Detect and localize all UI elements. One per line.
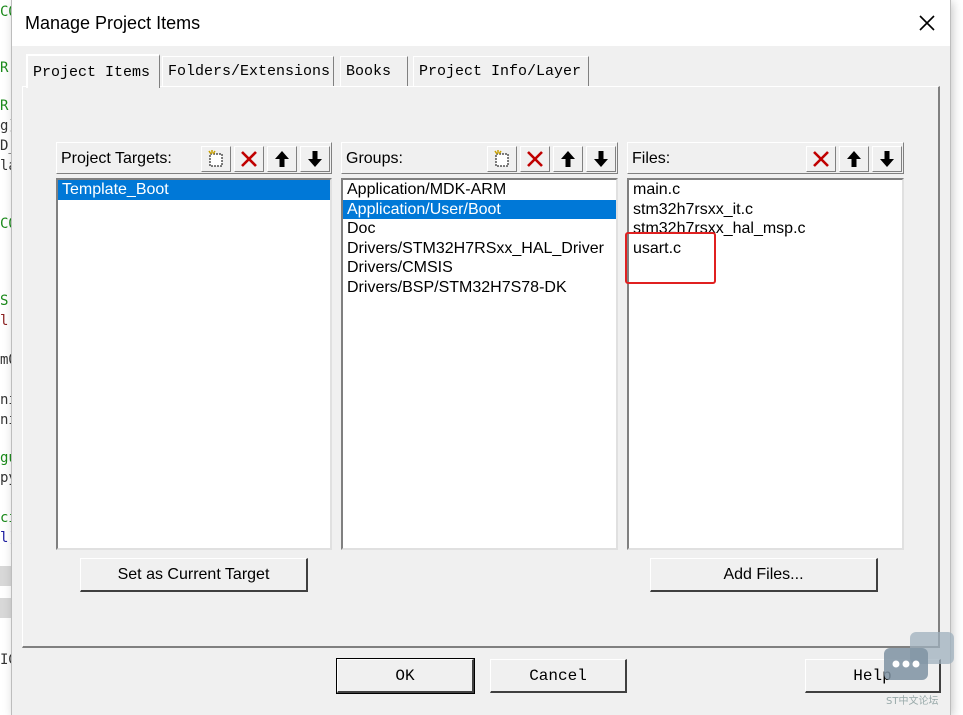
project-targets-label: Project Targets: [61,150,172,167]
list-item[interactable]: Template_Boot [58,180,330,200]
move-down-icon [308,151,322,167]
watermark-text: ST中文论坛 [886,696,939,707]
groups-label: Groups: [346,150,403,167]
tab-books[interactable]: Books [340,56,408,86]
files-label: Files: [632,150,671,167]
groups-section: Groups: Application/MDK-ARM Application/… [341,142,618,550]
button-label: Cancel [529,666,587,685]
list-item[interactable]: Application/MDK-ARM [343,180,616,200]
new-group-button[interactable] [487,146,517,172]
list-item[interactable]: Application/User/Boot [343,199,616,220]
title-bar: Manage Project Items [12,0,950,46]
move-target-down-button[interactable] [300,146,330,172]
list-item[interactable]: Drivers/STM32H7RSxx_HAL_Driver [343,239,616,259]
list-item[interactable]: stm32h7rsxx_it.c [629,200,902,220]
move-down-icon [880,151,894,167]
list-item[interactable]: main.c [629,180,902,200]
move-group-down-button[interactable] [586,146,616,172]
annotation-highlight-box [625,232,716,284]
dialog-title: Manage Project Items [25,13,201,33]
delete-file-button[interactable] [806,146,836,172]
tab-label: Project Items [33,63,151,81]
button-label: OK [395,666,415,685]
tab-project-items[interactable]: Project Items [26,54,160,88]
set-as-current-target-button[interactable]: Set as Current Target [80,558,308,592]
new-item-icon [494,150,509,167]
add-files-button[interactable]: Add Files... [650,558,878,592]
groups-header: Groups: [341,142,618,174]
move-up-icon [847,151,861,167]
move-file-down-button[interactable] [872,146,902,172]
tab-folders-extensions[interactable]: Folders/Extensions [162,56,334,86]
files-section: Files: main.c stm32h7rsxx_it.c stm32h7rs… [627,142,904,550]
delete-group-button[interactable] [520,146,550,172]
manage-project-items-dialog: Manage Project Items Project Items Folde… [12,0,950,715]
bg-code-line: R [0,98,9,114]
tab-project-info-layer[interactable]: Project Info/Layer [413,56,589,86]
bg-code-line: R [0,60,9,76]
move-up-icon [275,151,289,167]
delete-icon [241,151,257,167]
ok-button[interactable]: OK [337,659,474,693]
bg-code-line: l [0,313,9,329]
move-up-icon [561,151,575,167]
cancel-button[interactable]: Cancel [490,659,627,693]
bg-code-line: S [0,293,9,309]
delete-target-button[interactable] [234,146,264,172]
button-label: Set as Current Target [117,565,270,583]
tab-label: Books [346,63,392,80]
tab-label: Project Info/Layer [419,63,582,80]
new-item-icon [208,150,223,167]
new-target-button[interactable] [201,146,231,172]
groups-list[interactable]: Application/MDK-ARM Application/User/Boo… [341,178,618,550]
list-item[interactable]: Drivers/BSP/STM32H7S78-DK [343,278,616,298]
close-icon [919,15,935,31]
button-label: Add Files... [723,565,804,583]
delete-icon [527,151,543,167]
list-item[interactable]: Drivers/CMSIS [343,258,616,278]
move-file-up-button[interactable] [839,146,869,172]
move-group-up-button[interactable] [553,146,583,172]
tab-label: Folders/Extensions [168,63,331,80]
list-item[interactable]: Doc [343,219,616,239]
delete-icon [813,151,829,167]
move-down-icon [594,151,608,167]
project-targets-list[interactable]: Template_Boot [56,178,332,550]
move-target-up-button[interactable] [267,146,297,172]
close-button[interactable] [910,6,944,40]
project-targets-section: Project Targets: Template_Boot [56,142,332,550]
project-targets-header: Project Targets: [56,142,332,174]
files-header: Files: [627,142,904,174]
